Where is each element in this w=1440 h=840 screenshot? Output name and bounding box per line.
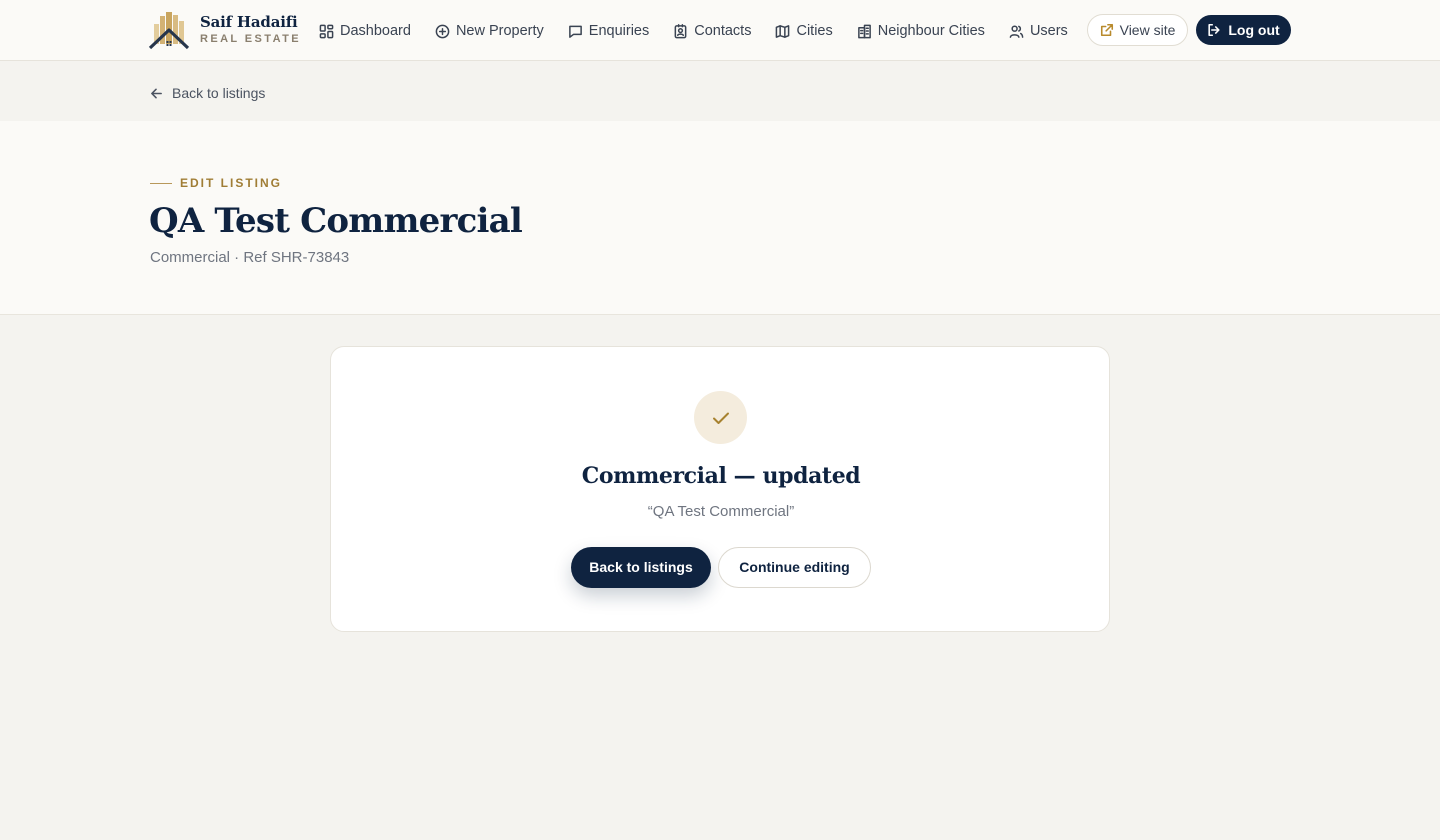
- logout-icon: [1208, 23, 1220, 37]
- nav-item-enquiries[interactable]: Enquiries: [568, 23, 649, 39]
- main-nav: Dashboard New Property Enquiries Contact…: [319, 19, 1092, 43]
- page-header: EDIT LISTING QA Test Commercial Commerci…: [0, 121, 1440, 315]
- nav-item-users[interactable]: Users: [1009, 23, 1068, 39]
- nav-item-contacts[interactable]: Contacts: [673, 23, 751, 39]
- logout-button[interactable]: Log out: [1196, 15, 1291, 45]
- nav-item-neighbour-cities[interactable]: Neighbour Cities: [857, 23, 985, 39]
- page-title: QA Test Commercial: [149, 201, 523, 241]
- building-logo-icon: [148, 12, 190, 50]
- nav-item-label: Enquiries: [588, 23, 650, 39]
- nav-item-label: Contacts: [694, 23, 752, 39]
- success-actions: Back to listings Continue editing: [571, 546, 871, 588]
- brand-text: Saif Hadaifi REAL ESTATE: [200, 13, 301, 47]
- breadcrumb: Back to listings: [0, 61, 1440, 121]
- nav-item-cities[interactable]: Cities: [775, 23, 833, 39]
- back-link-label: Back to listings: [172, 85, 266, 101]
- nav-item-label: Dashboard: [340, 23, 411, 39]
- success-title: Commercial — updated: [581, 463, 861, 489]
- nav-item-label: Cities: [796, 23, 833, 39]
- check-icon: [712, 412, 729, 424]
- users-icon: [1009, 25, 1024, 38]
- external-link-icon: [1100, 23, 1113, 37]
- nav-item-dashboard[interactable]: Dashboard: [319, 23, 411, 39]
- map-icon: [776, 24, 790, 38]
- arrow-left-icon: [151, 88, 162, 98]
- buildings-icon: [857, 24, 871, 38]
- back-to-listings-link[interactable]: Back to listings: [150, 85, 265, 101]
- dashboard-icon: [319, 24, 334, 38]
- continue-editing-button[interactable]: Continue editing: [718, 546, 871, 588]
- logout-label: Log out: [1228, 22, 1280, 38]
- success-badge: [694, 391, 747, 444]
- message-icon: [568, 25, 582, 38]
- brand-tagline: REAL ESTATE: [200, 33, 301, 45]
- eyebrow-rule: [150, 182, 172, 184]
- eyebrow-label: EDIT LISTING: [180, 176, 282, 190]
- plus-circle-icon: [435, 24, 450, 38]
- eyebrow: EDIT LISTING: [150, 176, 282, 190]
- success-subtitle: “QA Test Commercial”: [647, 503, 795, 520]
- nav-item-label: New Property: [455, 23, 544, 39]
- view-site-button[interactable]: View site: [1087, 14, 1188, 46]
- brand-name: Saif Hadaifi: [200, 13, 298, 31]
- listing-meta: Commercial · Ref SHR-73843: [150, 249, 350, 266]
- nav-item-new-property[interactable]: New Property: [435, 23, 544, 39]
- brand[interactable]: Saif Hadaifi REAL ESTATE: [148, 10, 301, 50]
- contact-card-icon: [674, 23, 687, 38]
- view-site-label: View site: [1119, 22, 1176, 38]
- nav-item-label: Users: [1029, 23, 1068, 39]
- top-navigation-bar: Saif Hadaifi REAL ESTATE Dashboard New P…: [0, 0, 1440, 61]
- back-to-listings-button[interactable]: Back to listings: [571, 546, 711, 588]
- nav-item-label: Neighbour Cities: [877, 23, 985, 39]
- success-card: Commercial — updated “QA Test Commercial…: [330, 346, 1110, 632]
